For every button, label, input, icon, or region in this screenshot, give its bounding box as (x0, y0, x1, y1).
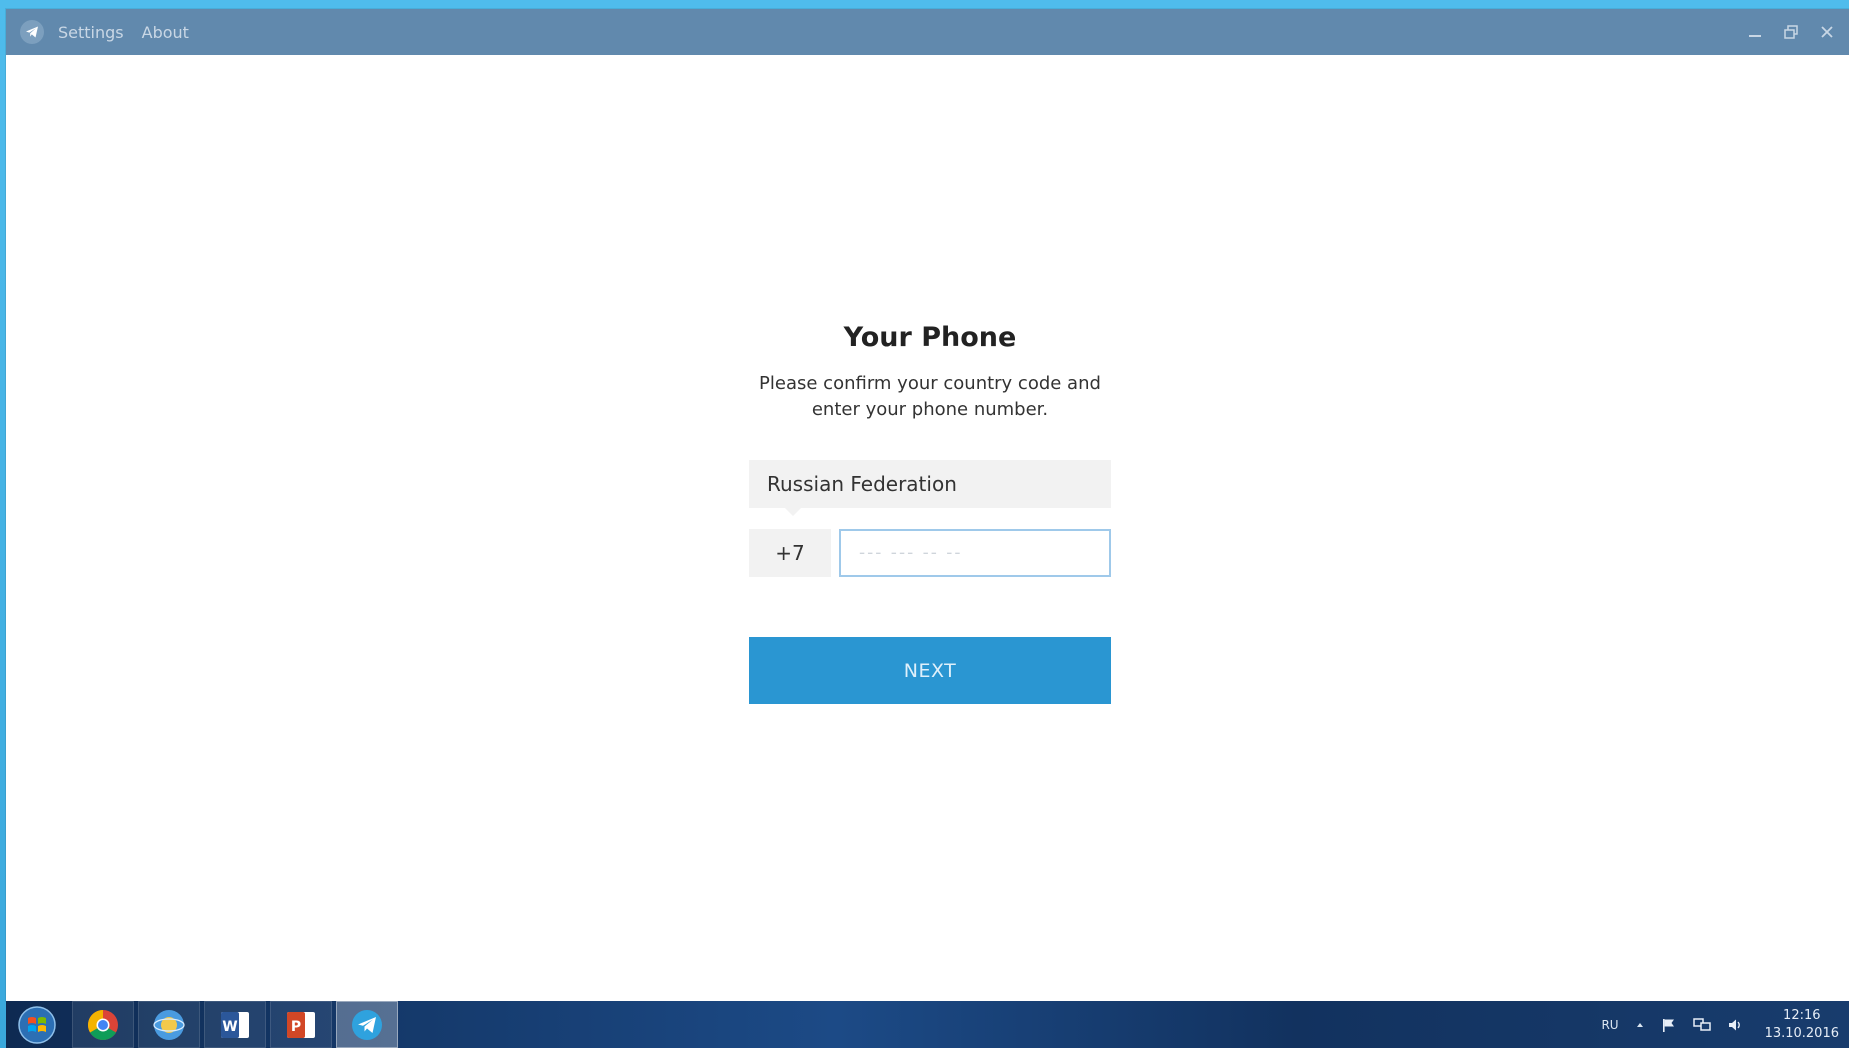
powerpoint-icon: P (287, 1011, 315, 1038)
network-icon (1692, 1017, 1711, 1031)
minimize-icon (1749, 35, 1761, 37)
action-center-button[interactable] (1661, 1017, 1677, 1033)
taskbar-telegram[interactable] (336, 1001, 398, 1048)
next-button[interactable]: NEXT (749, 637, 1111, 704)
telegram-window: Settings About Your Phone Please confirm… (6, 9, 1849, 1001)
show-hidden-icons-button[interactable] (1635, 1020, 1645, 1030)
clock-time: 12:16 (1783, 1007, 1821, 1023)
start-button[interactable] (6, 1001, 68, 1048)
description-line: enter your phone number. (811, 399, 1049, 420)
close-button[interactable] (1809, 9, 1845, 55)
telegram-logo-icon (20, 20, 44, 44)
restore-button[interactable] (1773, 9, 1809, 55)
taskbar-powerpoint[interactable]: P (270, 1001, 332, 1048)
chevron-up-icon (1636, 1022, 1643, 1027)
flag-icon (1662, 1018, 1674, 1032)
volume-button[interactable] (1727, 1017, 1743, 1033)
main-content: Your Phone Please confirm your country c… (6, 55, 1849, 1001)
menu-about[interactable]: About (142, 23, 189, 42)
page-description: Please confirm your country code and ent… (749, 371, 1111, 423)
window-controls (1737, 9, 1845, 55)
taskbar-chrome[interactable] (72, 1001, 134, 1048)
country-dropdown-caret-icon (785, 508, 801, 516)
language-indicator[interactable]: RU (1601, 1018, 1618, 1032)
word-icon: W (221, 1011, 249, 1038)
close-icon (1821, 26, 1833, 38)
svg-text:P: P (291, 1019, 301, 1035)
page-title: Your Phone (843, 322, 1017, 353)
description-line: Please confirm your country code and (759, 373, 1101, 394)
country-code-field[interactable]: +7 (749, 529, 831, 577)
menu-settings[interactable]: Settings (58, 23, 124, 42)
restore-icon (1784, 25, 1798, 39)
taskbar-word[interactable]: W (204, 1001, 266, 1048)
clock-date: 13.10.2016 (1764, 1025, 1839, 1041)
chrome-icon (87, 1009, 118, 1040)
browser-globe-icon (153, 1009, 185, 1040)
minimize-button[interactable] (1737, 9, 1773, 55)
network-button[interactable] (1692, 1017, 1711, 1033)
taskbar: W P RU 12:16 13.10.2016 (6, 1001, 1849, 1048)
taskbar-browser[interactable] (138, 1001, 200, 1048)
svg-text:W: W (222, 1019, 237, 1035)
country-select[interactable]: Russian Federation (749, 460, 1111, 508)
speaker-icon (1728, 1019, 1740, 1030)
title-bar[interactable]: Settings About (6, 9, 1849, 55)
phone-number-input[interactable] (839, 529, 1111, 577)
phone-login-form: Your Phone Please confirm your country c… (749, 318, 1111, 704)
clock[interactable]: 12:16 13.10.2016 (1765, 1007, 1839, 1043)
system-tray: RU 12:16 13.10.2016 (1585, 1001, 1839, 1048)
windows-start-icon (18, 1005, 56, 1044)
telegram-icon (352, 1009, 382, 1040)
